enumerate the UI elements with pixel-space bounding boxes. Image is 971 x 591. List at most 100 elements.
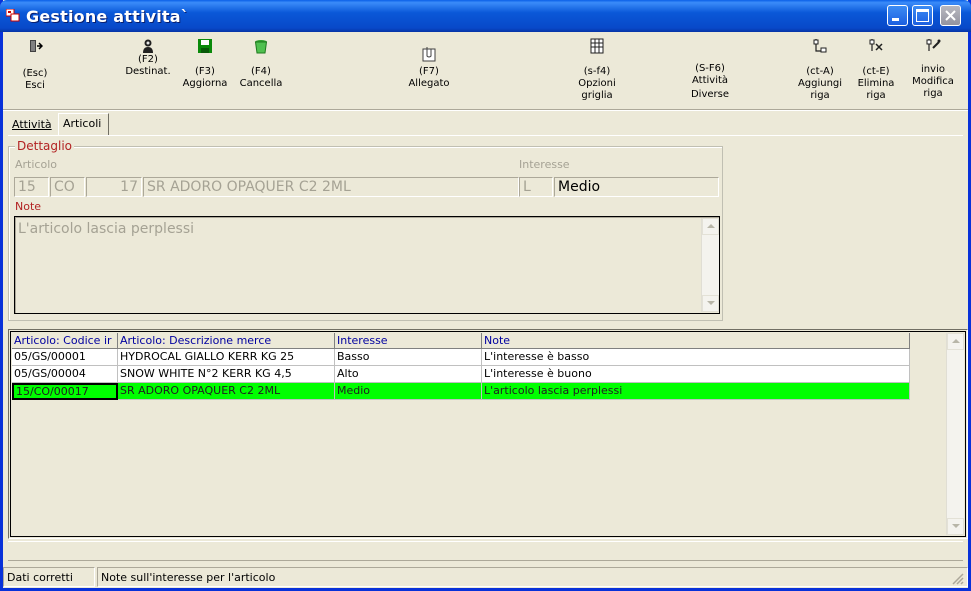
articolo-gruppo-field[interactable]: 15 [14,177,49,197]
allegato-label: Allegato [408,78,450,89]
exit-label: Esci [25,80,45,91]
articoli-grid: Articolo: Codice ir Articolo: Descrizion… [8,329,968,539]
allegato-key: (F7) [419,66,439,77]
aggiungi-riga-label-2: riga [810,90,830,101]
tab-attivita[interactable]: Attività [8,115,62,135]
cell-descrizione[interactable]: SNOW WHITE N°2 KERR KG 4,5 [118,366,335,383]
save-disk-icon [198,39,212,53]
note-scrollbar[interactable] [701,218,719,312]
status-bar: Dati corretti Note sull'interesse per l'… [3,565,968,588]
cell-codice[interactable]: 05/GS/00004 [12,366,118,383]
col-header-note[interactable]: Note [482,333,910,349]
cell-interesse[interactable]: Medio [335,383,482,400]
aggiungi-riga-label-1: Aggiungi [797,78,843,89]
aggiungi-riga-button[interactable]: (ct-A) Aggiungi riga [795,32,845,107]
window-title: Gestione attivita` [26,7,189,26]
aggiorna-key: (F3) [195,66,215,77]
aggiorna-button[interactable]: (F3) Aggiorna [179,32,231,107]
interesse-value-field[interactable]: Medio [554,177,719,197]
modifica-riga-button[interactable]: invio Modifica riga [907,32,959,107]
cell-descrizione[interactable]: SR ADORO OPAQUER C2 2ML [118,383,335,400]
interesse-label: Interesse [519,158,570,171]
status-right: Note sull'interesse per l'articolo [97,567,968,587]
note-memo[interactable]: L'articolo lascia perplessi [14,216,720,314]
exit-key: (Esc) [22,68,48,79]
dettaglio-legend: Dettaglio [15,139,75,153]
cell-note[interactable]: L'articolo lascia perplessi [482,383,910,400]
note-scroll-up-button[interactable] [702,218,719,235]
opzioni-griglia-button[interactable]: (s-f4) Opzioni griglia [573,32,621,107]
allegato-button[interactable]: (F7) Allegato [405,32,453,107]
maximize-icon [916,9,929,22]
toolbar: (Esc) Esci (F2) Destinat. (F3) Aggiorna … [3,32,968,109]
grid-scrollbar[interactable] [946,333,964,535]
close-button[interactable] [940,5,961,26]
attivita-diverse-button[interactable]: (S-F6) Attività Diverse [685,32,735,107]
articolo-descrizione-field[interactable]: SR ADORO OPAQUER C2 2ML [143,177,519,197]
note-scroll-down-button[interactable] [702,295,719,312]
cell-codice-focused[interactable]: 15/CO/00017 [12,383,118,400]
attivita-diverse-label-2: Diverse [690,89,730,100]
close-icon [945,10,956,21]
tab-articoli[interactable]: Articoli [58,113,109,135]
interesse-code-field[interactable]: L [519,177,553,197]
articolo-label: Articolo [15,158,57,171]
opzioni-griglia-key: (s-f4) [583,66,611,77]
cell-interesse[interactable]: Alto [335,366,482,383]
elimina-riga-label-1: Elimina [857,78,895,89]
elimina-riga-label-2: riga [866,90,886,101]
table-row[interactable]: 05/GS/00001 HYDROCAL GIALLO KERR KG 25 B… [12,349,910,366]
attivita-diverse-label-1: Attività [691,75,729,86]
cell-note[interactable]: L'interesse è buono [482,366,910,383]
table-row[interactable]: 05/GS/00004 SNOW WHITE N°2 KERR KG 4,5 A… [12,366,910,383]
tab-articoli-label: Articoli [63,117,102,130]
articolo-serie-field[interactable]: CO [50,177,85,197]
destinat-key: (F2) [138,54,158,65]
modifica-riga-label-2: riga [923,88,943,99]
opzioni-griglia-label-1: Opzioni [578,78,616,89]
cell-descrizione[interactable]: HYDROCAL GIALLO KERR KG 25 [118,349,335,366]
title-bar[interactable]: Gestione attivita` [0,0,971,32]
main-window: Gestione attivita` (Esc) Esci (F2) Desti… [0,0,971,591]
elimina-riga-key: (ct-E) [862,66,890,77]
cancella-label: Cancella [239,78,283,89]
trash-icon [254,40,268,54]
scroll-up-icon [707,224,715,228]
cell-note[interactable]: L'interesse è basso [482,349,910,366]
destinat-button[interactable]: (F2) Destinat. [123,32,173,107]
scroll-down-icon [952,524,960,528]
exit-door-icon [30,40,43,52]
attachment-icon [422,47,436,62]
grid-options-icon [590,38,604,54]
toolbar-divider-highlight [3,110,968,111]
cell-interesse[interactable]: Basso [335,349,482,366]
exit-button[interactable]: (Esc) Esci [13,32,57,107]
cell-codice[interactable]: 05/GS/00001 [12,349,118,366]
cancella-key: (F4) [251,66,271,77]
person-icon [143,39,153,53]
destinat-label: Destinat. [125,66,171,77]
grid-scroll-up-button[interactable] [947,333,964,350]
maximize-button[interactable] [912,5,933,26]
status-left: Dati corretti [3,567,95,587]
grid-body: Articolo: Codice ir Articolo: Descrizion… [10,331,966,537]
cancella-button[interactable]: (F4) Cancella [237,32,285,107]
elimina-riga-button[interactable]: (ct-E) Elimina riga [853,32,899,107]
aggiungi-riga-key: (ct-A) [806,66,834,77]
col-header-codice[interactable]: Articolo: Codice ir [12,333,118,349]
edit-row-icon [926,39,941,51]
scroll-down-icon [707,301,715,305]
add-row-icon [813,39,827,53]
opzioni-griglia-label-2: griglia [581,90,613,101]
aggiorna-label: Aggiorna [182,78,228,89]
col-header-interesse[interactable]: Interesse [335,333,482,349]
resize-grip-icon[interactable] [952,573,964,585]
attivita-diverse-key: (S-F6) [695,63,725,74]
delete-row-icon [869,39,883,51]
articolo-numero-field[interactable]: 17 [86,177,142,197]
col-header-descrizione[interactable]: Articolo: Descrizione merce [118,333,335,349]
minimize-button[interactable] [887,5,908,26]
grid-scroll-down-button[interactable] [947,518,964,535]
tab-attivita-label: Attività [12,118,52,131]
table-row-selected[interactable]: 15/CO/00017 SR ADORO OPAQUER C2 2ML Medi… [12,383,910,400]
